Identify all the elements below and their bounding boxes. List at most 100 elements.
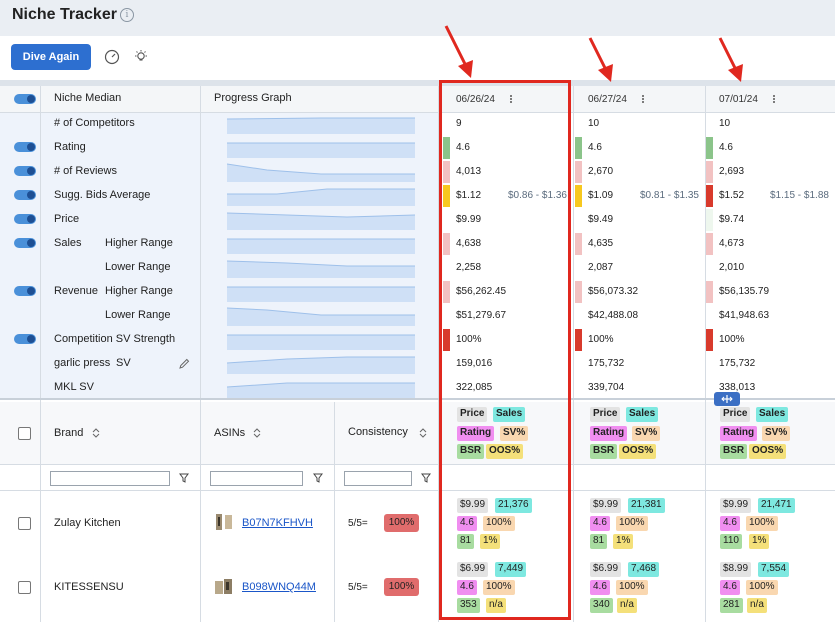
sort-icon[interactable]	[419, 427, 427, 439]
more-options-icon[interactable]	[642, 94, 645, 105]
trend-indicator	[575, 185, 582, 207]
niche-median-header: Niche Median	[54, 92, 122, 104]
sort-icon[interactable]	[92, 427, 100, 439]
trend-indicator	[706, 329, 713, 351]
product-thumbnail	[215, 579, 232, 594]
metric-sublabel: Lower Range	[105, 261, 171, 273]
gauge-icon[interactable]	[104, 49, 120, 65]
product-thumbnail	[216, 514, 232, 530]
metric-label: Competition SV Strength	[54, 333, 176, 345]
bsr-chip: 81	[590, 534, 608, 549]
asins-header[interactable]: ASINs	[214, 427, 245, 439]
info-icon[interactable]: i	[120, 8, 134, 22]
metric-value: 175,732	[719, 358, 756, 369]
brand-filter-input[interactable]	[50, 471, 170, 486]
metric-value: $1.09	[588, 190, 614, 201]
filter-icon[interactable]	[421, 473, 431, 483]
consistency-badge: 100%	[384, 578, 419, 596]
metric-label: Sales	[54, 237, 82, 249]
metric-value: 2,693	[719, 166, 745, 177]
sv-chip: 100%	[746, 516, 778, 531]
lightbulb-icon[interactable]	[133, 49, 149, 65]
metric-value: $56,073.32	[588, 286, 639, 297]
row-checkbox[interactable]	[18, 581, 31, 594]
legend-chip-bsr: BSR	[720, 444, 748, 459]
oos-chip: n/a	[617, 598, 637, 613]
trend-indicator	[706, 185, 713, 207]
trend-indicator	[706, 137, 713, 159]
price-chip: $6.99	[590, 562, 622, 577]
legend-chip-rating: Rating	[720, 426, 758, 441]
consistency-header[interactable]: Consistency	[348, 426, 408, 438]
legend-chip-sales: Sales	[756, 407, 789, 422]
consistency-badge: 100%	[384, 514, 419, 532]
legend-chip-price: Price	[590, 407, 621, 422]
table-header-row	[0, 402, 835, 464]
toolbar	[0, 36, 835, 80]
metric-value: $9.74	[719, 214, 745, 225]
toggle-rating[interactable]	[14, 142, 36, 152]
bid-range: $1.15 - $1.88	[770, 190, 829, 201]
more-options-icon[interactable]	[773, 94, 776, 105]
toggle-competition[interactable]	[14, 334, 36, 344]
legend-chip-oos: OOS%	[749, 444, 787, 459]
filter-icon[interactable]	[179, 473, 189, 483]
sparkline	[227, 330, 415, 350]
sparkline	[226, 114, 415, 134]
metric-value: $9.49	[588, 214, 614, 225]
metrics-header-row	[0, 86, 835, 112]
consistency-value: 5/5=	[348, 518, 368, 529]
metric-value: 175,732	[588, 358, 625, 369]
pencil-icon[interactable]	[179, 358, 190, 369]
sparkline	[227, 282, 415, 302]
toggle-revenue[interactable]	[14, 286, 36, 296]
sales-chip: 21,471	[758, 498, 795, 513]
oos-chip: 1%	[749, 534, 770, 549]
metric-value: 2,087	[588, 262, 614, 273]
asin-link[interactable]: B098WNQ44M	[242, 581, 316, 593]
legend-chip-rating: Rating	[590, 426, 628, 441]
date-header-2: 06/27/24	[588, 94, 627, 105]
consistency-filter-input[interactable]	[344, 471, 412, 486]
sparkline	[227, 234, 415, 254]
rating-chip: 4.6	[590, 516, 610, 531]
dive-again-button[interactable]: Dive Again	[11, 44, 91, 70]
toggle-price[interactable]	[14, 214, 36, 224]
metric-value: $1.52	[719, 190, 745, 201]
select-all-checkbox[interactable]	[18, 427, 31, 440]
asin-filter-input[interactable]	[210, 471, 303, 486]
rating-chip: 4.6	[590, 580, 610, 595]
metric-label: Revenue	[54, 285, 99, 297]
brand-header[interactable]: Brand	[54, 427, 83, 439]
sparkline	[226, 258, 415, 278]
brand-name: KITESSENSU	[54, 581, 124, 593]
metric-label: Price	[54, 213, 80, 225]
metric-value: $41,948.63	[719, 310, 770, 321]
sparkline	[226, 162, 415, 182]
progress-graph-header: Progress Graph	[214, 92, 292, 104]
row-checkbox[interactable]	[18, 517, 31, 530]
metric-value: 4.6	[719, 142, 733, 153]
brand-name: Zulay Kitchen	[54, 517, 121, 529]
price-chip: $8.99	[720, 562, 752, 577]
sparkline	[226, 210, 416, 230]
metric-value: 100%	[588, 334, 614, 345]
metric-label: garlic press	[54, 357, 111, 369]
filter-icon[interactable]	[313, 473, 323, 483]
toggle-sales[interactable]	[14, 238, 36, 248]
price-chip: $9.99	[590, 498, 622, 513]
metric-value: 10	[588, 118, 600, 129]
trend-indicator	[706, 209, 713, 231]
legend-chip-bsr: BSR	[590, 444, 618, 459]
column-resize-handle[interactable]	[714, 392, 740, 406]
bsr-chip: 340	[590, 598, 613, 613]
oos-chip: 1%	[613, 534, 634, 549]
sort-icon[interactable]	[253, 427, 261, 439]
legend-chip-sales: Sales	[626, 407, 659, 422]
asin-link[interactable]: B07N7KFHVH	[242, 517, 313, 529]
toggle-sugg-bids[interactable]	[14, 190, 36, 200]
price-chip: $9.99	[720, 498, 752, 513]
toggle-all-metrics[interactable]	[14, 94, 36, 104]
toggle-reviews[interactable]	[14, 166, 36, 176]
metric-value: 4,635	[588, 238, 614, 249]
